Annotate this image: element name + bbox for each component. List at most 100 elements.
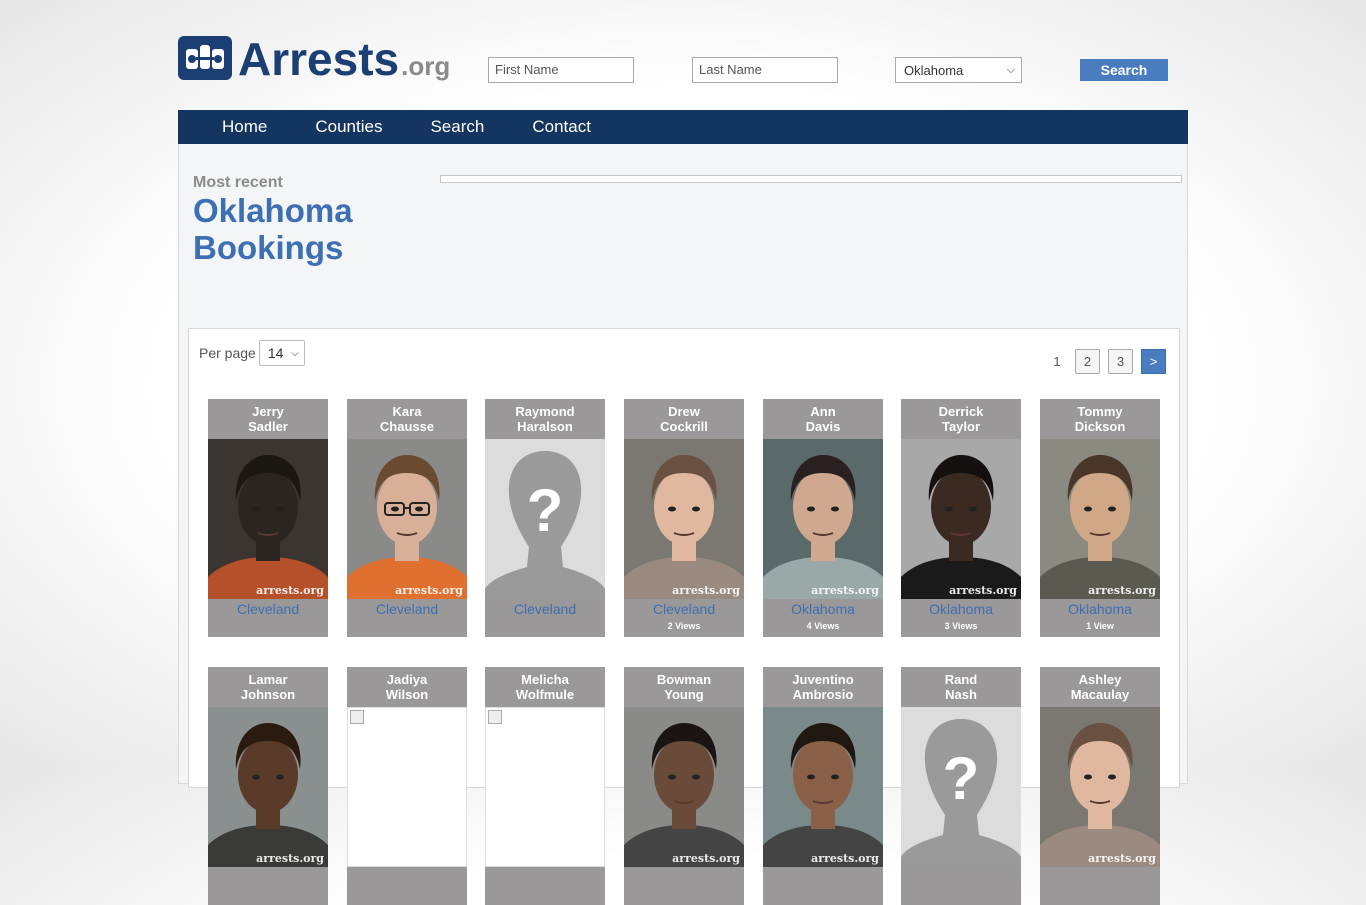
booking-name[interactable]: Bowman Young [624,667,744,707]
first-name-input[interactable]: First Name [488,57,634,83]
booking-last-name: Young [664,687,704,702]
booking-card[interactable]: Raymond Haralson? Cleveland [485,399,605,637]
mugshot-photo[interactable]: arrests.org [901,439,1021,599]
watermark: arrests.org [1088,852,1156,865]
chevron-down-icon: ⌵ [1006,63,1015,76]
booking-last-name: Dickson [1074,419,1126,434]
mugshot-photo[interactable]: arrests.org [347,439,467,599]
svg-text:?: ? [527,477,564,544]
booking-card[interactable]: Jerry Sadler arrests.org Cleveland [208,399,328,637]
booking-county-link[interactable]: Cleveland [208,601,328,617]
broken-image-icon [488,710,502,724]
page-2-link[interactable]: 2 [1075,349,1100,374]
booking-name[interactable]: Lamar Johnson [208,667,328,707]
booking-name[interactable]: Jadiya Wilson [347,667,467,707]
booking-name[interactable]: Kara Chausse [347,399,467,439]
booking-card[interactable]: Bowman Young arrests.org [624,667,744,905]
page-3-link[interactable]: 3 [1108,349,1133,374]
site-logo[interactable]: Arrests .org [178,34,450,84]
mugshot-photo[interactable] [485,707,605,867]
booking-name[interactable]: Raymond Haralson [485,399,605,439]
mugshot-photo[interactable]: ? [901,707,1021,867]
booking-card[interactable]: Jadiya Wilson [347,667,467,905]
ad-placeholder [440,175,1182,183]
booking-card[interactable]: Ann Davis arrests.org Oklahoma 4 Views [763,399,883,637]
booking-name[interactable]: Juventino Ambrosio [763,667,883,707]
booking-first-name: Lamar [248,672,288,687]
booking-name[interactable]: Drew Cockrill [624,399,744,439]
booking-views: 4 Views [806,621,840,631]
booking-card[interactable]: Juventino Ambrosio arrests.org [763,667,883,905]
broken-image-icon [350,710,364,724]
watermark: arrests.org [811,852,879,865]
last-name-input[interactable]: Last Name [692,57,838,83]
page-title: Oklahoma Bookings [193,192,353,266]
booking-county-link[interactable]: Oklahoma [901,601,1021,617]
booking-first-name: Raymond [515,404,575,419]
chevron-down-icon: ⌵ [291,347,299,359]
booking-last-name: Cockrill [660,419,708,434]
booking-card[interactable]: Lamar Johnson arrests.org [208,667,328,905]
search-button[interactable]: Search [1080,59,1168,81]
booking-first-name: Kara [392,404,422,419]
next-page-button[interactable]: > [1141,349,1166,374]
booking-name[interactable]: Derrick Taylor [901,399,1021,439]
mugshot-photo[interactable] [347,707,467,867]
mugshot-photo[interactable]: arrests.org [208,439,328,599]
page-current: 1 [1053,354,1061,369]
nav-search[interactable]: Search [406,110,508,144]
bookings-panel: Per page 14 ⌵ 1 2 3 > Jerry Sadler arrests… [188,328,1180,905]
mugshot-photo[interactable]: arrests.org [763,439,883,599]
booking-card[interactable]: Kara Chausse arrests.org Cleveland [347,399,467,637]
per-page-select[interactable]: 14 ⌵ [258,340,305,366]
booking-card[interactable]: Rand Nash? [901,667,1021,905]
per-page-value: 14 [267,345,284,361]
booking-county-link[interactable]: Cleveland [624,601,744,617]
mugshot-figure [347,439,467,599]
unknown-person-icon: ? [485,451,605,599]
booking-name[interactable]: Rand Nash [901,667,1021,707]
booking-card[interactable]: Derrick Taylor arrests.org Oklahoma 3 Views [901,399,1021,637]
mugshot-figure [208,439,328,599]
booking-last-name: Wilson [385,687,429,702]
booking-card[interactable]: Drew Cockrill arrests.org Cleveland 2 Views [624,399,744,637]
watermark: arrests.org [811,584,879,597]
booking-first-name: Juventino [792,672,854,687]
booking-first-name: Ann [810,404,836,419]
booking-card[interactable]: Melicha Wolfmule [485,667,605,905]
booking-county-link[interactable]: Oklahoma [763,601,883,617]
mugshot-photo[interactable]: arrests.org [624,707,744,867]
mugshot-photo[interactable]: arrests.org [624,439,744,599]
booking-card[interactable]: Ashley Macaulay arrests.org [1040,667,1160,905]
watermark: arrests.org [1088,584,1156,597]
mugshot-figure [208,707,328,867]
booking-county-link[interactable]: Cleveland [485,601,605,617]
mugshot-photo[interactable]: arrests.org [208,707,328,867]
booking-name[interactable]: Ann Davis [763,399,883,439]
nav-counties[interactable]: Counties [291,110,406,144]
booking-name[interactable]: Melicha Wolfmule [485,667,605,707]
per-page-control: Per page 14 ⌵ [199,340,305,366]
page-title-line2: Bookings [193,229,344,266]
booking-first-name: Rand [944,672,978,687]
booking-name[interactable]: Jerry Sadler [208,399,328,439]
booking-first-name: Jerry [252,404,284,419]
booking-card[interactable]: Tommy Dickson arrests.org Oklahoma 1 View [1040,399,1160,637]
mugshot-photo[interactable]: arrests.org [1040,439,1160,599]
booking-first-name: Bowman [656,672,712,687]
state-select[interactable]: Oklahoma ⌵ [895,57,1022,83]
nav-home[interactable]: Home [178,110,291,144]
mugshot-photo[interactable]: ? [485,439,605,599]
booking-county-link[interactable]: Cleveland [347,601,467,617]
mugshot-figure [763,439,883,599]
mugshot-photo[interactable]: arrests.org [1040,707,1160,867]
booking-name[interactable]: Tommy Dickson [1040,399,1160,439]
booking-last-name: Davis [805,419,841,434]
nav-contact[interactable]: Contact [508,110,615,144]
booking-name[interactable]: Ashley Macaulay [1040,667,1160,707]
booking-county-link[interactable]: Oklahoma [1040,601,1160,617]
mugshot-photo[interactable]: arrests.org [763,707,883,867]
main-content: Most recent Oklahoma Bookings Per page 1… [178,144,1188,905]
logo-tld: .org [401,51,451,81]
booking-first-name: Drew [668,404,700,419]
